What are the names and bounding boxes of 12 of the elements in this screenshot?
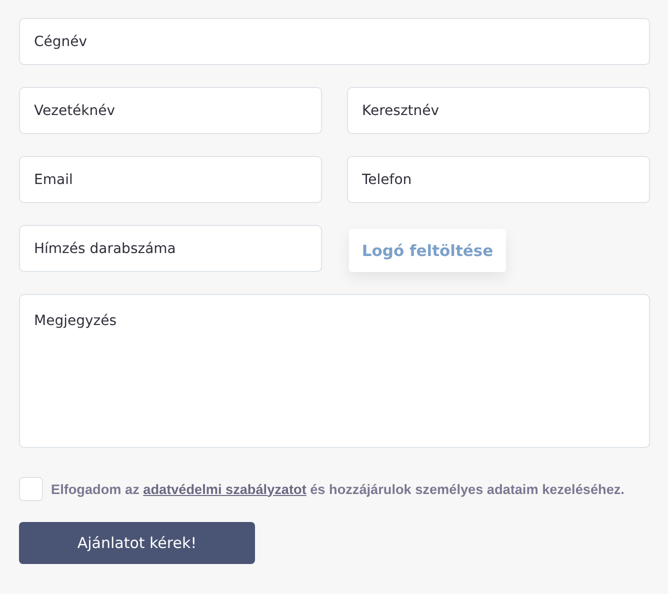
input-field[interactable]: Email	[19, 156, 322, 203]
consent-checkbox[interactable]	[19, 477, 43, 501]
input-field[interactable]: Hímzés darabszáma	[19, 225, 322, 272]
input-field[interactable]: Telefon	[347, 156, 650, 203]
input-field[interactable]: Keresztnév	[347, 87, 650, 134]
consent-text: Elfogadom az adatvédelmi szabályzatot és hozzájárulok személyes adataim kezeléséhez.	[51, 482, 624, 496]
comment-field[interactable]: Megjegyzés	[19, 294, 650, 448]
input-field[interactable]: Vezetéknév	[19, 87, 322, 134]
input-field[interactable]: Cégnév	[19, 18, 650, 65]
logo-upload-button[interactable]: Logó feltöltése	[349, 229, 506, 272]
submit-button[interactable]: Ajánlatot kérek!	[19, 522, 255, 564]
privacy-policy-link[interactable]: adatvédelmi szabályzatot	[143, 482, 306, 496]
